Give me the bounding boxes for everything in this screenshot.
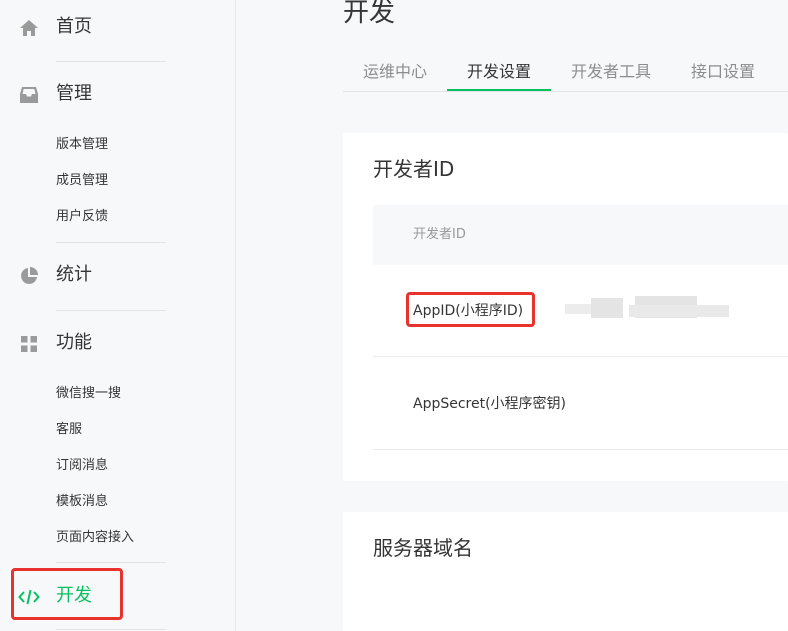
tab-bar: 运维中心 开发设置 开发者工具 接口设置 xyxy=(343,52,788,92)
sidebar-item-members[interactable]: 成员管理 xyxy=(56,171,108,191)
divider xyxy=(56,629,166,630)
card-title: 开发者ID xyxy=(373,157,455,181)
nav-stats[interactable]: 统计 xyxy=(0,254,236,298)
page-title: 开发 xyxy=(343,0,396,28)
main-content: 开发 运维中心 开发设置 开发者工具 接口设置 开发者ID 开发者ID AppI… xyxy=(237,0,788,631)
sidebar-item-page-content[interactable]: 页面内容接入 xyxy=(56,528,134,548)
sidebar-item-search[interactable]: 微信搜一搜 xyxy=(56,384,121,404)
tab-dev-tools[interactable]: 开发者工具 xyxy=(571,60,651,84)
tab-api-settings[interactable]: 接口设置 xyxy=(691,60,755,84)
grid-icon xyxy=(18,333,40,355)
nav-features-label: 功能 xyxy=(56,332,92,353)
appid-value-blurred xyxy=(565,293,733,325)
divider xyxy=(56,242,166,243)
tab-active-indicator xyxy=(447,89,551,91)
sidebar-item-customer-service[interactable]: 客服 xyxy=(56,420,82,440)
table-header-label: 开发者ID xyxy=(413,227,466,242)
divider xyxy=(56,310,166,311)
home-icon xyxy=(18,17,40,39)
highlight-develop xyxy=(11,568,123,620)
nav-manage-label: 管理 xyxy=(56,83,92,104)
sidebar: 首页 管理 版本管理 成员管理 用户反馈 统计 功能 微信搜一搜 客服 订阅消息… xyxy=(0,0,236,631)
sidebar-item-template-msg[interactable]: 模板消息 xyxy=(56,492,108,512)
inbox-icon xyxy=(18,84,40,106)
nav-home[interactable]: 首页 xyxy=(0,6,236,50)
developer-id-card: 开发者ID 开发者ID AppID(小程序ID) AppSecret(小程序密钥… xyxy=(343,133,788,481)
server-domain-card: 服务器域名 xyxy=(343,512,788,631)
pie-chart-icon xyxy=(18,265,40,287)
table-header: 开发者ID xyxy=(373,205,788,265)
tab-dev-settings[interactable]: 开发设置 xyxy=(467,60,531,84)
highlight-appid xyxy=(406,292,535,327)
appsecret-label: AppSecret(小程序密钥) xyxy=(413,396,567,412)
nav-manage[interactable]: 管理 xyxy=(0,73,236,117)
divider xyxy=(56,562,166,563)
tab-ops-center[interactable]: 运维中心 xyxy=(363,60,427,84)
nav-features[interactable]: 功能 xyxy=(0,322,236,366)
card-title: 服务器域名 xyxy=(373,536,473,560)
divider xyxy=(56,61,166,62)
nav-home-label: 首页 xyxy=(56,16,92,37)
nav-stats-label: 统计 xyxy=(56,264,92,285)
sidebar-item-version[interactable]: 版本管理 xyxy=(56,135,108,155)
table-row-appsecret: AppSecret(小程序密钥) xyxy=(373,358,788,450)
sidebar-item-feedback[interactable]: 用户反馈 xyxy=(56,207,108,227)
sidebar-item-subscribe-msg[interactable]: 订阅消息 xyxy=(56,456,108,476)
